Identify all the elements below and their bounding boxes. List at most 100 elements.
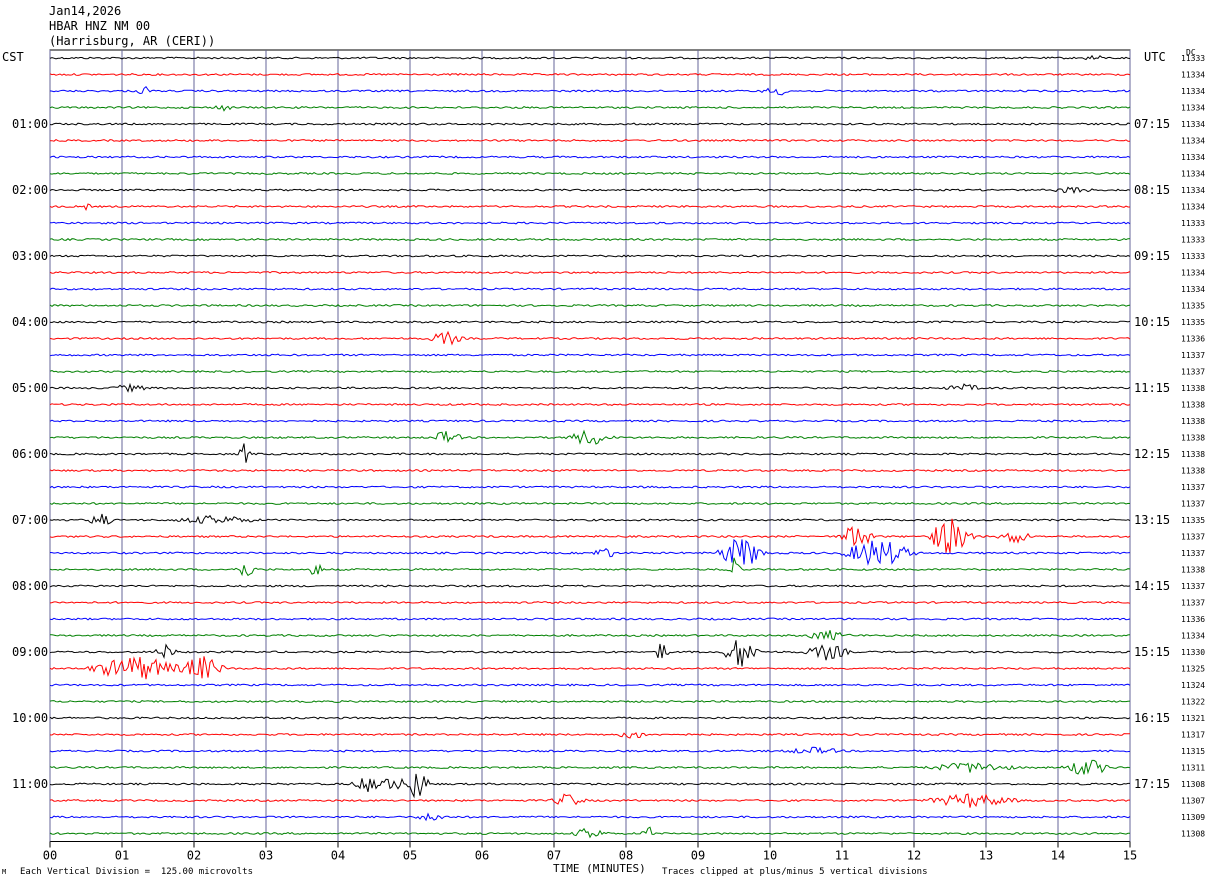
clip-note: Traces clipped at plus/minus 5 vertical … — [662, 867, 928, 877]
dc-offset-label: 11317 — [1181, 731, 1205, 740]
dc-offset-label: 11333 — [1181, 236, 1205, 245]
dc-offset-label: 11338 — [1181, 434, 1205, 443]
dc-offset-label: 11338 — [1181, 566, 1205, 575]
x-tick-label: 10 — [763, 849, 777, 863]
dc-offset-label: 11336 — [1181, 335, 1205, 344]
trace-44 — [49, 773, 1130, 799]
dc-offset-label: 11334 — [1181, 104, 1205, 113]
dc-offset-label: 11333 — [1181, 252, 1205, 261]
dc-offset-label: 11337 — [1181, 351, 1205, 360]
x-tick-label: 01 — [115, 849, 129, 863]
trace-4 — [49, 122, 1131, 126]
trace-22 — [49, 419, 1131, 423]
left-time-label: 11:00 — [12, 777, 48, 791]
trace-8 — [49, 186, 1131, 195]
traces — [49, 54, 1131, 839]
x-tick-label: 03 — [259, 849, 273, 863]
x-tick-label: 14 — [1051, 849, 1065, 863]
trace-1 — [49, 72, 1131, 77]
dc-offset-label: 11337 — [1181, 582, 1205, 591]
axis-labels: 00 01 02 03 04 05 06 07 08 09 10 11 12 13 14 15 11333 113… — [12, 54, 1205, 863]
dc-offset-label: 11335 — [1181, 302, 1205, 311]
trace-24 — [49, 443, 1131, 463]
trace-18 — [49, 353, 1131, 357]
trace-28 — [49, 513, 1131, 525]
trace-17 — [49, 330, 1131, 346]
right-time-label: 17:15 — [1134, 777, 1170, 791]
dc-offset-label: 11324 — [1181, 681, 1205, 690]
dc-offset-label: 11334 — [1181, 120, 1205, 129]
dc-offset-label: 11311 — [1181, 764, 1205, 773]
trace-45 — [49, 793, 1130, 808]
x-tick-label: 00 — [43, 849, 57, 863]
dc-offset-label: 11321 — [1181, 714, 1205, 723]
dc-offset-label: 11307 — [1181, 797, 1205, 806]
trace-29 — [49, 518, 1131, 553]
x-tick-label: 11 — [835, 849, 849, 863]
trace-15 — [49, 303, 1131, 308]
dc-offset-label: 11308 — [1181, 780, 1205, 789]
dc-offset-label: 11334 — [1181, 137, 1205, 146]
seismogram-plot: 00 01 02 03 04 05 06 07 08 09 10 11 12 13 14 15 11333 113… — [12, 49, 1205, 863]
trace-14 — [49, 287, 1131, 291]
dc-offset-label: 11338 — [1181, 401, 1205, 410]
dc-offset-label: 11335 — [1181, 318, 1205, 327]
right-time-label: 10:15 — [1134, 315, 1170, 329]
trace-42 — [49, 746, 1131, 755]
x-tick-label: 07 — [547, 849, 561, 863]
trace-16 — [49, 320, 1131, 324]
dc-offset-label: 11338 — [1181, 417, 1205, 426]
trace-5 — [49, 138, 1131, 143]
left-time-label: 03:00 — [12, 249, 48, 263]
trace-2 — [49, 85, 1131, 96]
dc-offset-label: 11334 — [1181, 285, 1205, 294]
trace-27 — [49, 501, 1131, 506]
left-time-label: 01:00 — [12, 117, 48, 131]
dc-offset-label: 11338 — [1181, 450, 1205, 459]
trace-30 — [49, 538, 1131, 566]
left-time-label: 04:00 — [12, 315, 48, 329]
x-tick-label: 13 — [979, 849, 993, 863]
trace-40 — [49, 716, 1131, 720]
dc-offset-label: 11308 — [1181, 830, 1205, 839]
dc-offset-label: 11309 — [1181, 813, 1205, 822]
left-time-label: 06:00 — [12, 447, 48, 461]
x-tick-label: 08 — [619, 849, 633, 863]
left-time-label: 09:00 — [12, 645, 48, 659]
right-time-label: 14:15 — [1134, 579, 1170, 593]
right-time-label: 07:15 — [1134, 117, 1170, 131]
trace-36 — [49, 640, 1131, 667]
left-time-label: 07:00 — [12, 513, 48, 527]
dc-offset-label: 11334 — [1181, 269, 1205, 278]
trace-20 — [49, 382, 1131, 393]
trace-12 — [49, 254, 1131, 258]
dc-offset-label: 11322 — [1181, 698, 1205, 707]
trace-46 — [49, 812, 1131, 822]
right-time-label: 13:15 — [1134, 513, 1170, 527]
left-time-label: 05:00 — [12, 381, 48, 395]
trace-21 — [49, 402, 1131, 407]
trace-19 — [49, 369, 1131, 374]
dc-offset-label: 11337 — [1181, 368, 1205, 377]
x-axis-title: TIME (MINUTES) — [553, 862, 646, 875]
trace-26 — [49, 485, 1131, 489]
x-tick-label: 12 — [907, 849, 921, 863]
trace-25 — [49, 468, 1131, 473]
left-time-label: 10:00 — [12, 711, 48, 725]
trace-32 — [49, 584, 1131, 588]
x-tick-label: 15 — [1123, 849, 1137, 863]
x-tick-label: 04 — [331, 849, 345, 863]
dc-offset-label: 11337 — [1181, 549, 1205, 558]
dc-offset-label: 11334 — [1181, 186, 1205, 195]
dc-offset-label: 11330 — [1181, 648, 1205, 657]
trace-3 — [49, 104, 1131, 112]
dc-offset-label: 11338 — [1181, 467, 1205, 476]
right-time-label: 11:15 — [1134, 381, 1170, 395]
dc-offset-label: 11334 — [1181, 632, 1205, 641]
trace-34 — [49, 617, 1131, 621]
dc-offset-label: 11337 — [1181, 500, 1205, 509]
dc-offset-label: 11337 — [1181, 483, 1205, 492]
trace-43 — [49, 759, 1131, 775]
x-tick-label: 05 — [403, 849, 417, 863]
x-tick-label: 06 — [475, 849, 489, 863]
